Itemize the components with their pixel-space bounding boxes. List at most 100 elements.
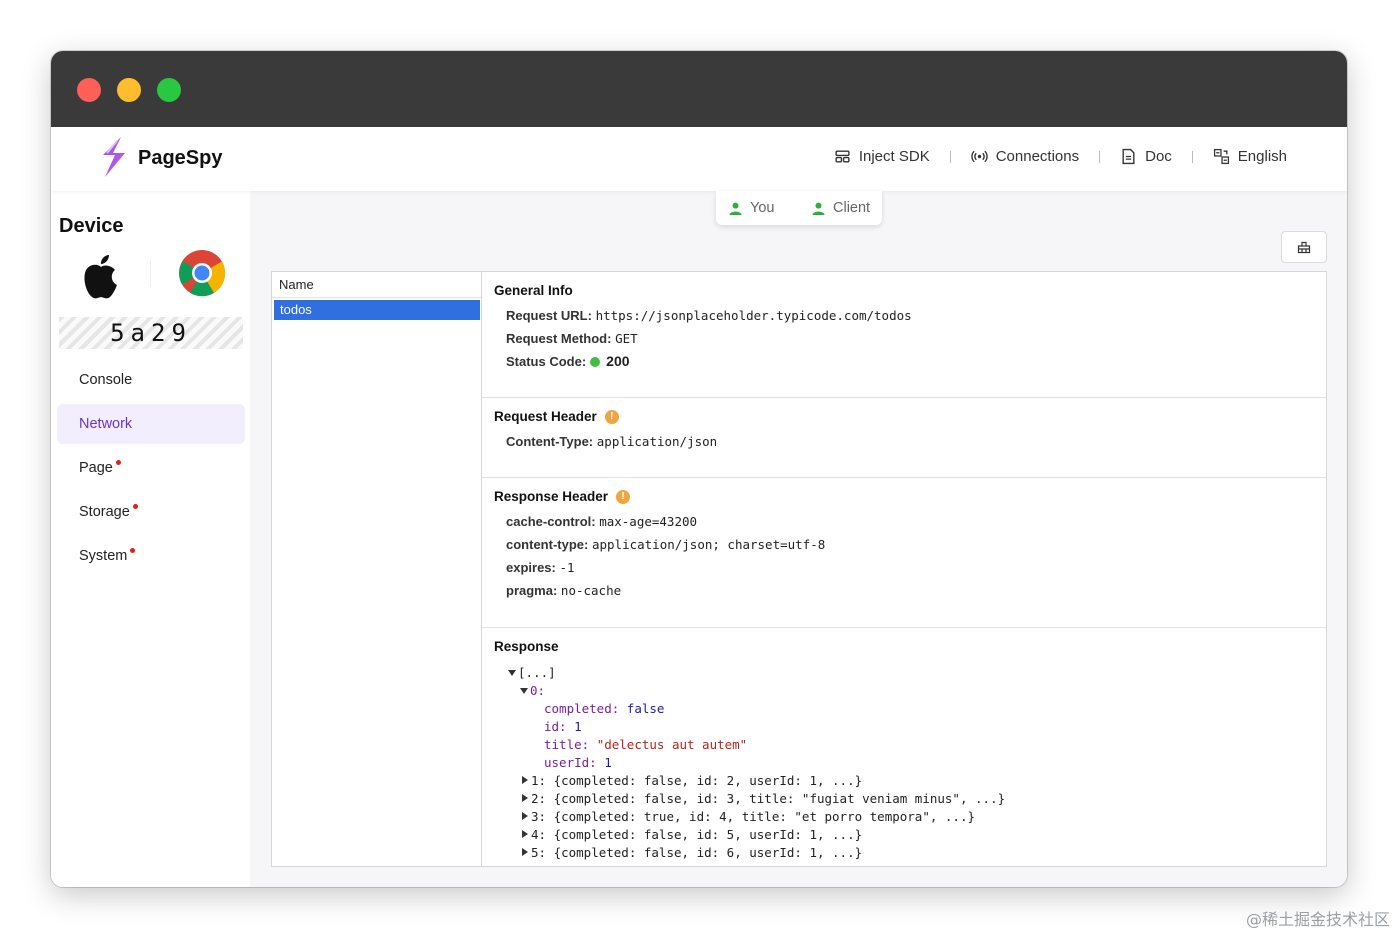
sidebar-item-label: System	[79, 548, 128, 564]
toggle-client[interactable]: Client	[799, 200, 882, 216]
response-content-type-label: content-type:	[506, 537, 589, 552]
cache-control-label: cache-control:	[506, 514, 596, 529]
request-method-value: GET	[615, 331, 638, 346]
sidebar-menu: Console Network Page Storage System	[57, 360, 245, 580]
device-title: Device	[59, 215, 124, 237]
apple-logo-icon	[84, 255, 117, 299]
connection-toggle: You Client	[716, 191, 882, 225]
request-url-row: Request URL: https://jsonplaceholder.typ…	[494, 304, 1326, 327]
collapse-caret-icon	[522, 830, 528, 838]
json-field-title: title: "delectus aut autem"	[508, 736, 1326, 754]
request-method-row: Request Method: GET	[494, 327, 1326, 350]
request-list-header: Name	[272, 272, 481, 298]
json-item-collapsed[interactable]: 5: {completed: false, id: 6, userId: 1, …	[508, 844, 1326, 862]
sidebar-item-console[interactable]: Console	[57, 360, 245, 400]
collapse-caret-icon	[522, 812, 528, 820]
status-ok-indicator	[590, 357, 601, 367]
top-header: PageSpy Inject SDK Connections Doc Engli…	[51, 127, 1347, 191]
request-header-title-text: Request Header	[494, 409, 597, 424]
sidebar-item-network[interactable]: Network	[57, 404, 245, 444]
clear-icon	[1297, 241, 1311, 254]
toggle-you[interactable]: You	[716, 200, 799, 216]
chrome-logo-icon	[179, 250, 226, 297]
json-summary: 3: {completed: true, id: 4, title: "et p…	[531, 809, 976, 824]
unread-dot	[130, 548, 136, 553]
expires-label: expires:	[506, 560, 556, 575]
unread-dot	[132, 504, 138, 509]
network-panel: Name todos General Info Request URL: htt…	[271, 271, 1327, 867]
json-key: 0:	[530, 683, 546, 698]
cache-control-row: cache-control: max-age=43200	[494, 510, 1326, 533]
sidebar-item-label: Network	[79, 416, 133, 432]
watermark: @稀土掘金技术社区	[1245, 910, 1390, 929]
response-section: Response [...] 0: completed: false id: 1 tit…	[482, 628, 1326, 862]
json-field-id: id: 1	[508, 718, 1326, 736]
pragma-value: no-cache	[560, 583, 622, 598]
response-content-type-value: application/json; charset=utf-8	[591, 537, 826, 552]
nav-language-label: English	[1237, 148, 1287, 165]
clear-button[interactable]	[1281, 231, 1327, 263]
json-root-node[interactable]: [...]	[508, 664, 1326, 682]
nav-divider	[1099, 150, 1101, 163]
request-header-section: Request Header ! Content-Type: applicati…	[482, 398, 1326, 478]
broadcast-icon	[970, 150, 988, 163]
nav-language[interactable]: English	[1213, 148, 1287, 165]
general-info-section: General Info Request URL: https://jsonpl…	[482, 272, 1326, 398]
nav-connections[interactable]: Connections	[970, 148, 1080, 165]
nav-divider	[1191, 150, 1193, 163]
json-item-collapsed[interactable]: 1: {completed: false, id: 2, userId: 1, …	[508, 772, 1326, 790]
json-field-completed: completed: false	[508, 700, 1326, 718]
request-header-title: Request Header !	[494, 409, 1326, 424]
sidebar-item-page[interactable]: Page	[57, 448, 245, 488]
brand-name: PageSpy	[138, 147, 223, 169]
response-content-type-row: content-type: application/json; charset=…	[494, 533, 1326, 556]
app-content: PageSpy Inject SDK Connections Doc Engli…	[51, 127, 1347, 887]
app-window: PageSpy Inject SDK Connections Doc Engli…	[51, 51, 1347, 887]
toggle-client-label: Client	[833, 200, 871, 216]
response-json-tree: [...] 0: completed: false id: 1 title: "dele…	[494, 654, 1326, 862]
json-value: 1	[574, 719, 582, 734]
json-summary: 1: {completed: false, id: 2, userId: 1, …	[531, 773, 863, 788]
sidebar-item-storage[interactable]: Storage	[57, 492, 245, 532]
json-key: completed:	[544, 701, 620, 716]
sidebar: Device 5a29 Console Network Page Storage…	[51, 191, 250, 887]
nav-inject-sdk-label: Inject SDK	[858, 148, 930, 165]
request-method-label: Request Method:	[506, 331, 612, 346]
json-item-collapsed[interactable]: 3: {completed: true, id: 4, title: "et p…	[508, 808, 1326, 826]
pragma-row: pragma: no-cache	[494, 579, 1326, 602]
expand-caret-icon	[520, 688, 528, 694]
sidebar-item-label: Storage	[79, 504, 130, 520]
cache-control-value: max-age=43200	[599, 514, 698, 529]
collapse-caret-icon	[522, 776, 528, 784]
device-code: 5a29	[59, 317, 243, 349]
info-icon[interactable]: !	[604, 409, 619, 424]
nav-doc[interactable]: Doc	[1120, 148, 1172, 165]
json-item-collapsed[interactable]: 4: {completed: false, id: 5, userId: 1, …	[508, 826, 1326, 844]
response-header-title-text: Response Header	[494, 489, 609, 504]
json-root-label: [...]	[518, 665, 556, 680]
minimize-window-button[interactable]	[117, 78, 141, 102]
zoom-window-button[interactable]	[157, 78, 181, 102]
sidebar-item-system[interactable]: System	[57, 536, 245, 576]
json-value: false	[626, 701, 665, 716]
nav-connections-label: Connections	[995, 148, 1080, 165]
response-header-title: Response Header !	[494, 489, 1326, 504]
json-field-userid: userId: 1	[508, 754, 1326, 772]
unread-dot	[115, 460, 121, 465]
inject-sdk-icon	[835, 150, 850, 163]
info-icon[interactable]: !	[616, 489, 631, 504]
pagespy-logo-icon	[103, 137, 125, 177]
json-key: title:	[544, 737, 590, 752]
document-icon	[1122, 148, 1135, 165]
collapse-caret-icon	[522, 794, 528, 802]
request-row[interactable]: todos	[274, 300, 480, 320]
status-code-row: Status Code: 200	[494, 350, 1326, 373]
nav-inject-sdk[interactable]: Inject SDK	[834, 148, 930, 165]
json-item-collapsed[interactable]: 2: {completed: false, id: 3, title: "fug…	[508, 790, 1326, 808]
request-url-label: Request URL:	[506, 308, 592, 323]
json-summary: 4: {completed: false, id: 5, userId: 1, …	[531, 827, 863, 842]
content-type-label: Content-Type:	[506, 434, 594, 449]
json-value: 1	[604, 755, 612, 770]
close-window-button[interactable]	[77, 78, 101, 102]
json-item-0[interactable]: 0:	[508, 682, 1326, 700]
